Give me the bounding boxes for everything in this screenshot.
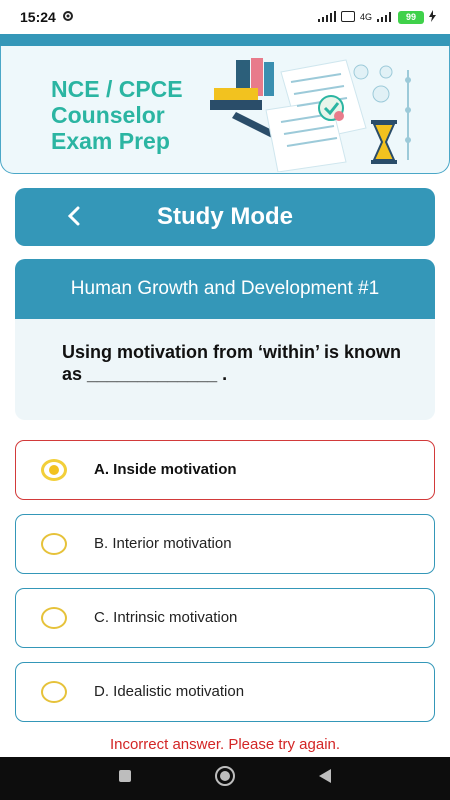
network-type: 4G — [359, 12, 372, 22]
signal-2-icon — [377, 11, 393, 24]
banner-title: NCE / CPCE Counselor Exam Prep — [51, 76, 183, 154]
charging-icon — [429, 10, 436, 24]
status-bar: 15:24 4G 99 — [0, 0, 450, 34]
radio-icon[interactable] — [41, 681, 67, 703]
option-label: B. Interior motivation — [94, 535, 232, 552]
option-label: C. Intrinsic motivation — [94, 609, 238, 626]
status-right: 4G 99 — [317, 10, 436, 24]
battery-icon: 99 — [398, 10, 424, 24]
option-d[interactable]: D. Idealistic motivation — [15, 662, 435, 722]
question-text: Using motivation from ‘within’ is known … — [62, 342, 402, 384]
back-button[interactable] — [59, 202, 89, 232]
signal-icon — [317, 10, 336, 24]
status-time: 15:24 — [20, 9, 56, 25]
system-nav-bar — [0, 757, 450, 800]
option-c[interactable]: C. Intrinsic motivation — [15, 588, 435, 648]
option-label: D. Idealistic motivation — [94, 683, 245, 700]
back-nav-button[interactable] — [310, 764, 340, 794]
study-mode-header: Study Mode — [15, 188, 435, 246]
triangle-back-icon — [317, 768, 333, 789]
option-b[interactable]: B. Interior motivation — [15, 514, 435, 574]
status-left: 15:24 — [20, 9, 74, 25]
home-circle-icon — [214, 765, 236, 792]
app-banner: NCE / CPCE Counselor Exam Prep — [0, 46, 450, 174]
recents-button[interactable] — [110, 764, 140, 794]
home-button[interactable] — [210, 764, 240, 794]
exam-illustration-icon — [210, 58, 411, 172]
option-a[interactable]: A. Inside motivation — [15, 440, 435, 500]
radio-icon[interactable] — [41, 607, 67, 629]
question-card: Human Growth and Development #1 Using mo… — [15, 259, 435, 420]
feedback-message: Incorrect answer. Please try again. — [109, 736, 341, 753]
page-title: Study Mode — [157, 203, 293, 230]
chevron-left-icon — [67, 202, 81, 233]
radio-selected-icon[interactable] — [41, 459, 67, 481]
settings-gear-icon — [62, 9, 74, 25]
radio-icon[interactable] — [41, 533, 67, 555]
option-label: A. Inside motivation — [94, 461, 237, 478]
app-top-strip — [0, 34, 450, 46]
volte-icon — [340, 10, 355, 24]
question-category: Human Growth and Development #1 — [15, 259, 435, 319]
square-icon — [118, 769, 132, 788]
